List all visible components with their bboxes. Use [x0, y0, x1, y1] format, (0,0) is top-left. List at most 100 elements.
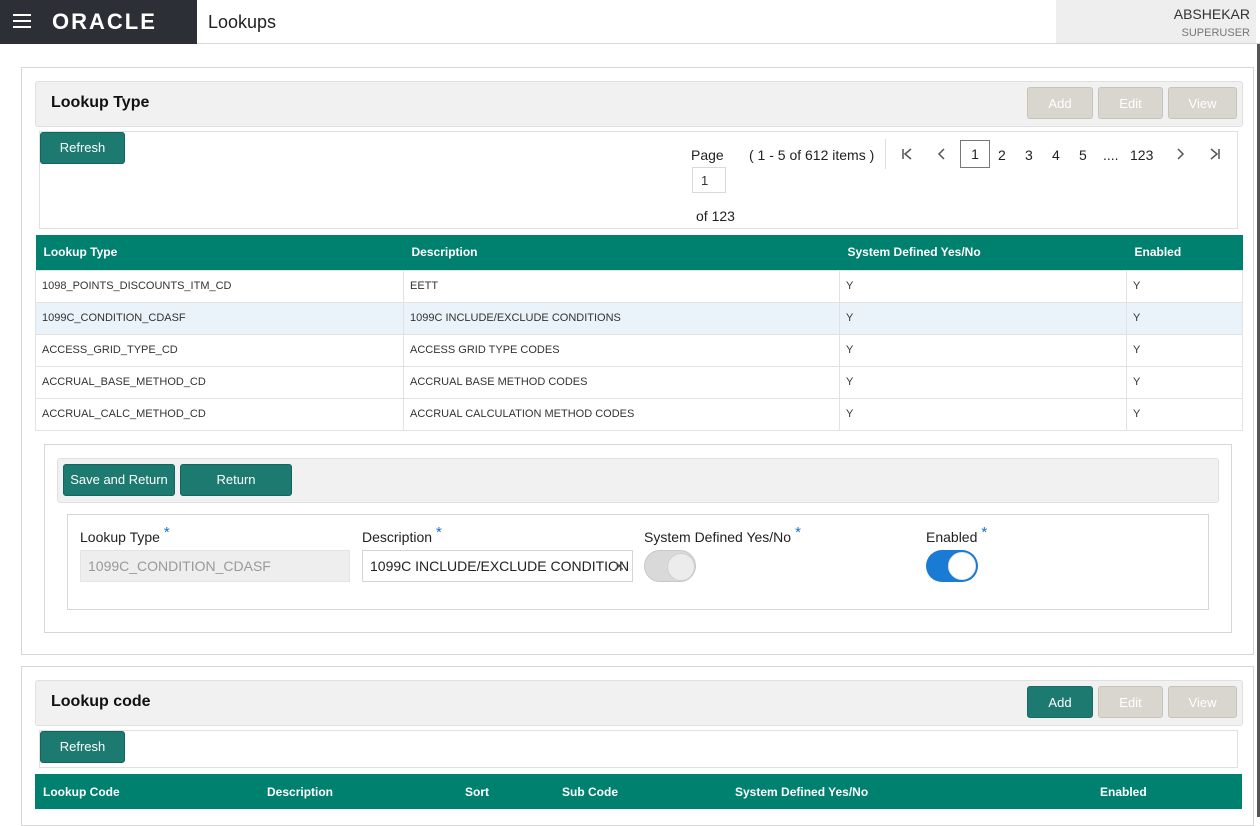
- lookup-type-cell: ACCESS_GRID_TYPE_CD: [35, 333, 404, 367]
- prev-page-icon[interactable]: [936, 147, 946, 164]
- page-link-2[interactable]: 2: [998, 147, 1006, 163]
- enabled-label-text: Enabled: [926, 529, 978, 545]
- table-row[interactable]: ACCESS_GRID_TYPE_CD ACCESS GRID TYPE COD…: [35, 333, 1243, 367]
- required-mark: *: [163, 524, 170, 541]
- lookup-code-table: Lookup Code Description Sort Sub Code Sy…: [35, 774, 1242, 809]
- required-mark: *: [436, 524, 442, 541]
- enabled-field-label: Enabled *: [926, 524, 987, 546]
- clear-icon[interactable]: ✕: [613, 551, 625, 581]
- table-row[interactable]: ACCRUAL_CALC_METHOD_CD ACCRUAL CALCULATI…: [35, 397, 1243, 431]
- lookup-code-toolbar: [39, 730, 1238, 768]
- lookup-code-header: Lookup code Add Edit View: [35, 680, 1243, 726]
- table-header-row: Lookup Type Description System Defined Y…: [35, 235, 1243, 270]
- last-page-icon[interactable]: [1209, 147, 1221, 164]
- lookup-type-header: Lookup Type Add Edit View: [35, 81, 1243, 127]
- system-defined-cell: Y: [839, 269, 1127, 303]
- column-header[interactable]: Enabled: [1092, 774, 1242, 809]
- page-total-label: of 123: [696, 208, 735, 224]
- lookup-type-cell: 1099C_CONDITION_CDASF: [35, 301, 404, 335]
- column-header[interactable]: Description: [259, 774, 457, 809]
- lookup-type-view-button[interactable]: View: [1168, 87, 1237, 119]
- page-link-last[interactable]: 123: [1130, 147, 1153, 163]
- enabled-cell: Y: [1126, 397, 1243, 431]
- lookup-code-view-button[interactable]: View: [1168, 686, 1237, 718]
- system-defined-toggle[interactable]: [644, 550, 696, 582]
- system-defined-field-label: System Defined Yes/No *: [644, 524, 801, 546]
- lookup-type-cell: ACCRUAL_BASE_METHOD_CD: [35, 365, 404, 399]
- lookup-type-field: 1099C_CONDITION_CDASF: [80, 550, 350, 582]
- first-page-icon[interactable]: [901, 147, 913, 164]
- toggle-knob: [667, 553, 695, 581]
- lookup-type-section: Lookup Type Add Edit View Refresh Page o…: [21, 67, 1254, 655]
- description-field[interactable]: 1099C INCLUDE/EXCLUDE CONDITION ✕: [362, 550, 633, 582]
- enabled-cell: Y: [1126, 269, 1243, 303]
- page-link-1[interactable]: 1: [960, 140, 990, 168]
- next-page-icon[interactable]: [1176, 147, 1186, 164]
- table-row[interactable]: ACCRUAL_BASE_METHOD_CD ACCRUAL BASE METH…: [35, 365, 1243, 399]
- page-link-3[interactable]: 3: [1025, 147, 1033, 163]
- page-number-input[interactable]: [692, 167, 726, 193]
- return-button[interactable]: Return: [180, 464, 292, 496]
- system-defined-label-text: System Defined Yes/No: [644, 529, 792, 545]
- table-row[interactable]: 1098_POINTS_DISCOUNTS_ITM_CD EETT Y Y: [35, 269, 1243, 303]
- column-header[interactable]: Description: [403, 235, 840, 270]
- page-link-5[interactable]: 5: [1079, 147, 1087, 163]
- hamburger-menu-icon[interactable]: [13, 14, 31, 28]
- lookup-type-edit-button[interactable]: Edit: [1098, 87, 1163, 119]
- description-cell: ACCRUAL CALCULATION METHOD CODES: [403, 397, 840, 431]
- column-header[interactable]: System Defined Yes/No: [727, 774, 1092, 809]
- column-header[interactable]: Lookup Code: [35, 774, 259, 809]
- lookup-type-refresh-button[interactable]: Refresh: [40, 132, 125, 164]
- oracle-logo: ORACLE: [52, 9, 157, 34]
- column-header[interactable]: Enabled: [1126, 235, 1243, 270]
- description-cell: 1099C INCLUDE/EXCLUDE CONDITIONS: [403, 301, 840, 335]
- description-field-label: Description *: [362, 524, 442, 546]
- page-ellipsis[interactable]: ....: [1103, 147, 1119, 163]
- column-header[interactable]: Lookup Type: [35, 235, 404, 270]
- edit-form-toolbar: Save and Return Return: [57, 458, 1219, 503]
- enabled-cell: Y: [1126, 301, 1243, 335]
- table-row-selected[interactable]: 1099C_CONDITION_CDASF 1099C INCLUDE/EXCL…: [35, 301, 1243, 335]
- lookup-code-add-button[interactable]: Add: [1027, 686, 1093, 718]
- description-cell: ACCRUAL BASE METHOD CODES: [403, 365, 840, 399]
- column-header[interactable]: Sub Code: [554, 774, 727, 809]
- system-defined-cell: Y: [839, 333, 1127, 367]
- edit-form-panel: Save and Return Return Lookup Type * 1099…: [44, 444, 1232, 633]
- top-bar: ORACLE Lookups ABSHEKAR SUPERUSER: [0, 0, 1260, 44]
- system-defined-cell: Y: [839, 301, 1127, 335]
- description-cell: EETT: [403, 269, 840, 303]
- system-defined-cell: Y: [839, 365, 1127, 399]
- pagination-divider: [885, 139, 886, 169]
- items-range-text: ( 1 - 5 of 612 items ): [749, 147, 875, 163]
- lookup-type-add-button[interactable]: Add: [1027, 87, 1093, 119]
- enabled-cell: Y: [1126, 333, 1243, 367]
- lookup-code-edit-button[interactable]: Edit: [1098, 686, 1163, 718]
- toggle-knob: [948, 552, 976, 580]
- lookup-type-label-text: Lookup Type: [80, 529, 160, 545]
- lookup-type-cell: ACCRUAL_CALC_METHOD_CD: [35, 397, 404, 431]
- enabled-toggle[interactable]: [926, 550, 978, 582]
- column-header[interactable]: Sort: [457, 774, 554, 809]
- enabled-cell: Y: [1126, 365, 1243, 399]
- column-header[interactable]: System Defined Yes/No: [839, 235, 1127, 270]
- user-name: ABSHEKAR: [1173, 6, 1250, 22]
- description-cell: ACCESS GRID TYPE CODES: [403, 333, 840, 367]
- page-link-4[interactable]: 4: [1052, 147, 1060, 163]
- system-defined-cell: Y: [839, 397, 1127, 431]
- lookup-type-title: Lookup Type: [51, 94, 150, 111]
- required-mark: *: [795, 524, 801, 541]
- lookup-type-field-label: Lookup Type *: [80, 524, 170, 546]
- save-and-return-button[interactable]: Save and Return: [63, 464, 175, 496]
- edit-form-fields: Lookup Type * 1099C_CONDITION_CDASF Descr…: [67, 514, 1209, 610]
- lookup-code-refresh-button[interactable]: Refresh: [40, 731, 125, 763]
- description-value: 1099C INCLUDE/EXCLUDE CONDITION: [370, 558, 630, 574]
- table-header-row: Lookup Code Description Sort Sub Code Sy…: [35, 774, 1242, 809]
- user-menu[interactable]: ABSHEKAR SUPERUSER: [1056, 0, 1256, 43]
- lookup-code-section: Lookup code Add Edit View Refresh Lookup…: [21, 666, 1254, 826]
- required-mark: *: [981, 524, 988, 541]
- brand-area: ORACLE: [0, 0, 197, 44]
- lookup-code-title: Lookup code: [51, 693, 151, 710]
- description-label-text: Description: [362, 529, 433, 545]
- user-role: SUPERUSER: [1181, 27, 1250, 39]
- page-label: Page: [691, 147, 724, 163]
